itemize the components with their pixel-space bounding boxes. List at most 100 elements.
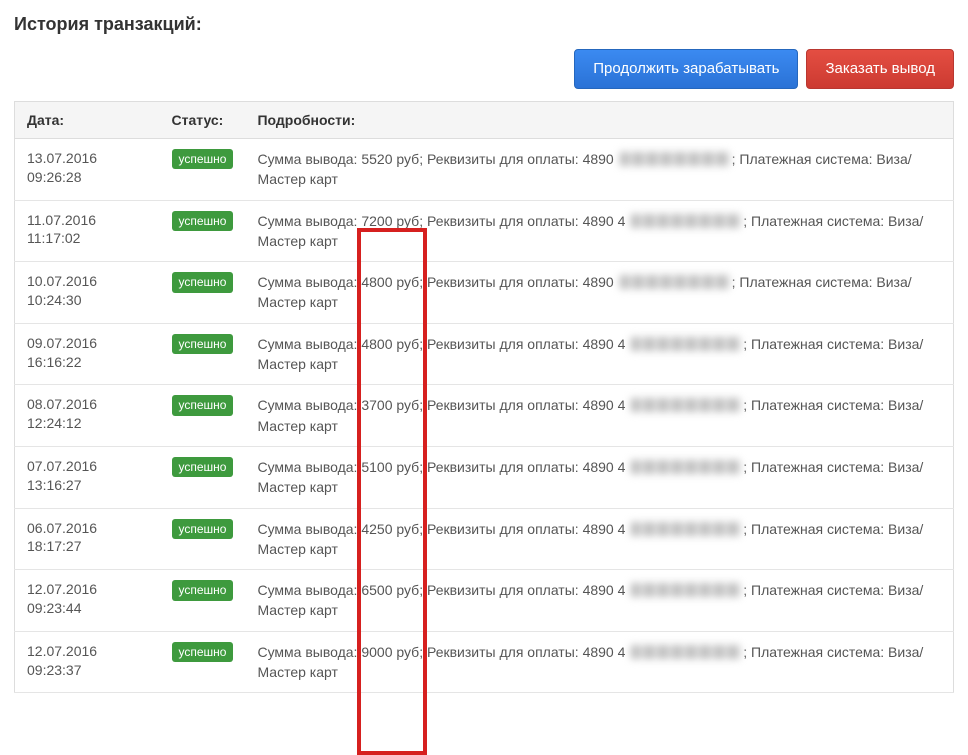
card-prefix: 4890 4 [583, 397, 626, 413]
date-cell: 12.07.2016 09:23:37 [15, 631, 160, 693]
requisites-label: ; Реквизиты для оплаты: [419, 397, 582, 413]
amount-value: 5520 [361, 151, 392, 167]
currency-label: руб [393, 644, 420, 660]
card-masked [631, 214, 741, 228]
details-cell: Сумма вывода: 4250 руб; Реквизиты для оп… [245, 508, 953, 570]
requisites-label: ; Реквизиты для оплаты: [419, 459, 582, 475]
details-cell: Сумма вывода: 4800 руб; Реквизиты для оп… [245, 262, 953, 324]
table-row: 11.07.2016 11:17:02 успешно Сумма вывода: … [15, 200, 954, 262]
card-prefix: 4890 4 [583, 459, 626, 475]
page-title: История транзакций: [14, 14, 954, 35]
continue-earning-button[interactable]: Продолжить зарабатывать [574, 49, 798, 89]
date-cell: 09.07.2016 16:16:22 [15, 323, 160, 385]
amount-value: 9000 [361, 644, 392, 660]
amount-value: 6500 [361, 582, 392, 598]
details-prefix: Сумма вывода: [257, 151, 361, 167]
amount-value: 5100 [361, 459, 392, 475]
card-masked [631, 645, 741, 659]
table-wrap: Дата: Статус: Подробности: 13.07.2016 09… [14, 101, 954, 693]
table-row: 10.07.2016 10:24:30 успешно Сумма вывода: … [15, 262, 954, 324]
requisites-label: ; Реквизиты для оплаты: [419, 151, 582, 167]
date-cell: 11.07.2016 11:17:02 [15, 200, 160, 262]
status-badge: успешно [172, 211, 234, 231]
requisites-label: ; Реквизиты для оплаты: [419, 582, 582, 598]
card-masked [620, 275, 730, 289]
amount-value: 4800 [361, 336, 392, 352]
details-cell: Сумма вывода: 9000 руб; Реквизиты для оп… [245, 631, 953, 693]
date-cell: 06.07.2016 18:17:27 [15, 508, 160, 570]
card-prefix: 4890 4 [583, 644, 626, 660]
details-prefix: Сумма вывода: [257, 397, 361, 413]
amount-value: 3700 [361, 397, 392, 413]
status-cell: успешно [160, 508, 246, 570]
requisites-label: ; Реквизиты для оплаты: [419, 336, 582, 352]
card-prefix: 4890 4 [583, 336, 626, 352]
details-prefix: Сумма вывода: [257, 459, 361, 475]
details-cell: Сумма вывода: 6500 руб; Реквизиты для оп… [245, 570, 953, 632]
table-row: 09.07.2016 16:16:22успешноСумма вывода: … [15, 323, 954, 385]
table-header-row: Дата: Статус: Подробности: [15, 102, 954, 139]
table-row: 13.07.2016 09:26:28 успешно Сумма вывода: … [15, 139, 954, 201]
currency-label: руб [393, 459, 420, 475]
card-prefix: 4890 4 [583, 582, 626, 598]
status-cell: успешно [160, 385, 246, 447]
status-badge: успешно [172, 272, 234, 292]
status-cell: успешно [160, 262, 246, 324]
status-cell: успешно [160, 631, 246, 693]
date-cell: 13.07.2016 09:26:28 [15, 139, 160, 201]
card-prefix: 4890 4 [583, 521, 626, 537]
card-masked [631, 522, 741, 536]
date-cell: 07.07.2016 13:16:27 [15, 446, 160, 508]
amount-value: 4800 [361, 274, 392, 290]
status-cell: успешно [160, 446, 246, 508]
status-badge: успешно [172, 642, 234, 662]
table-row: 12.07.2016 09:23:44успешноСумма вывода: … [15, 570, 954, 632]
card-masked [631, 583, 741, 597]
currency-label: руб [393, 213, 420, 229]
status-badge: успешно [172, 149, 234, 169]
card-prefix: 4890 [583, 274, 614, 290]
header-date: Дата: [15, 102, 160, 139]
details-cell: Сумма вывода: 3700 руб; Реквизиты для оп… [245, 385, 953, 447]
card-prefix: 4890 [583, 151, 614, 167]
status-badge: успешно [172, 395, 234, 415]
table-row: 08.07.2016 12:24:12 успешно Сумма вывода: … [15, 385, 954, 447]
details-cell: Сумма вывода: 7200 руб; Реквизиты для оп… [245, 200, 953, 262]
table-row: 07.07.2016 13:16:27успешноСумма вывода: … [15, 446, 954, 508]
request-withdraw-button[interactable]: Заказать вывод [806, 49, 954, 89]
action-bar: Продолжить зарабатывать Заказать вывод [14, 49, 954, 89]
date-cell: 12.07.2016 09:23:44 [15, 570, 160, 632]
status-cell: успешно [160, 570, 246, 632]
table-row: 12.07.2016 09:23:37 успешно Сумма вывода: … [15, 631, 954, 693]
status-badge: успешно [172, 334, 234, 354]
card-masked [631, 398, 741, 412]
header-details: Подробности: [245, 102, 953, 139]
status-cell: успешно [160, 323, 246, 385]
currency-label: руб [393, 521, 420, 537]
details-cell: Сумма вывода: 5520 руб; Реквизиты для оп… [245, 139, 953, 201]
details-prefix: Сумма вывода: [257, 582, 361, 598]
date-cell: 10.07.2016 10:24:30 [15, 262, 160, 324]
details-prefix: Сумма вывода: [257, 521, 361, 537]
card-masked [631, 337, 741, 351]
status-cell: успешно [160, 200, 246, 262]
amount-value: 7200 [361, 213, 392, 229]
currency-label: руб [393, 582, 420, 598]
amount-value: 4250 [361, 521, 392, 537]
details-prefix: Сумма вывода: [257, 336, 361, 352]
requisites-label: ; Реквизиты для оплаты: [419, 644, 582, 660]
status-badge: успешно [172, 519, 234, 539]
details-prefix: Сумма вывода: [257, 213, 361, 229]
currency-label: руб [393, 336, 420, 352]
card-masked [631, 460, 741, 474]
date-cell: 08.07.2016 12:24:12 [15, 385, 160, 447]
requisites-label: ; Реквизиты для оплаты: [419, 213, 582, 229]
currency-label: руб [393, 151, 420, 167]
details-prefix: Сумма вывода: [257, 274, 361, 290]
currency-label: руб [393, 397, 420, 413]
card-masked [620, 152, 730, 166]
status-cell: успешно [160, 139, 246, 201]
details-cell: Сумма вывода: 5100 руб; Реквизиты для оп… [245, 446, 953, 508]
requisites-label: ; Реквизиты для оплаты: [419, 521, 582, 537]
requisites-label: ; Реквизиты для оплаты: [419, 274, 582, 290]
